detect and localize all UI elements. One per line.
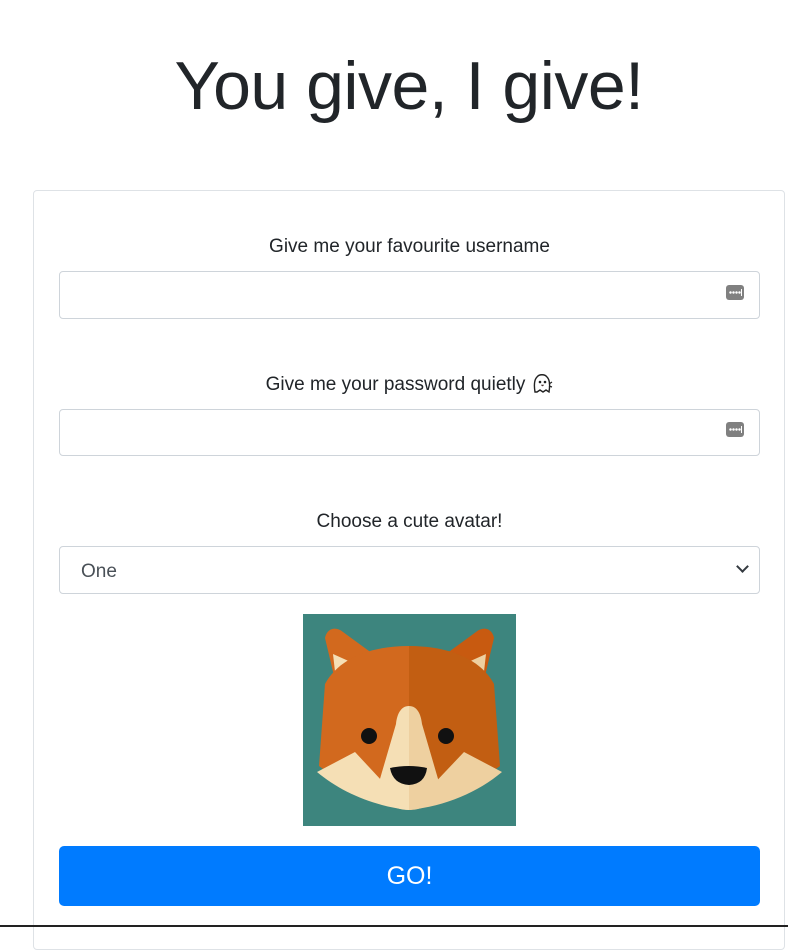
go-button[interactable]: GO! [59, 846, 760, 906]
username-input[interactable] [59, 271, 760, 319]
chevron-down-icon [736, 560, 749, 573]
password-manager-icon[interactable] [726, 285, 744, 300]
fox-avatar [303, 614, 516, 826]
username-label: Give me your favourite username [269, 236, 550, 257]
avatar-label: Choose a cute avatar! [316, 511, 503, 532]
avatar-select-value: One [81, 561, 117, 582]
page-title: You give, I give! [174, 48, 644, 124]
password-manager-icon[interactable] [726, 422, 744, 437]
password-label-row: Give me your password quietly [59, 372, 760, 402]
ghost-emoji-icon [531, 372, 553, 402]
password-input[interactable] [59, 409, 760, 456]
avatar-select[interactable]: One [59, 546, 760, 594]
password-label: Give me your password quietly [265, 374, 526, 395]
